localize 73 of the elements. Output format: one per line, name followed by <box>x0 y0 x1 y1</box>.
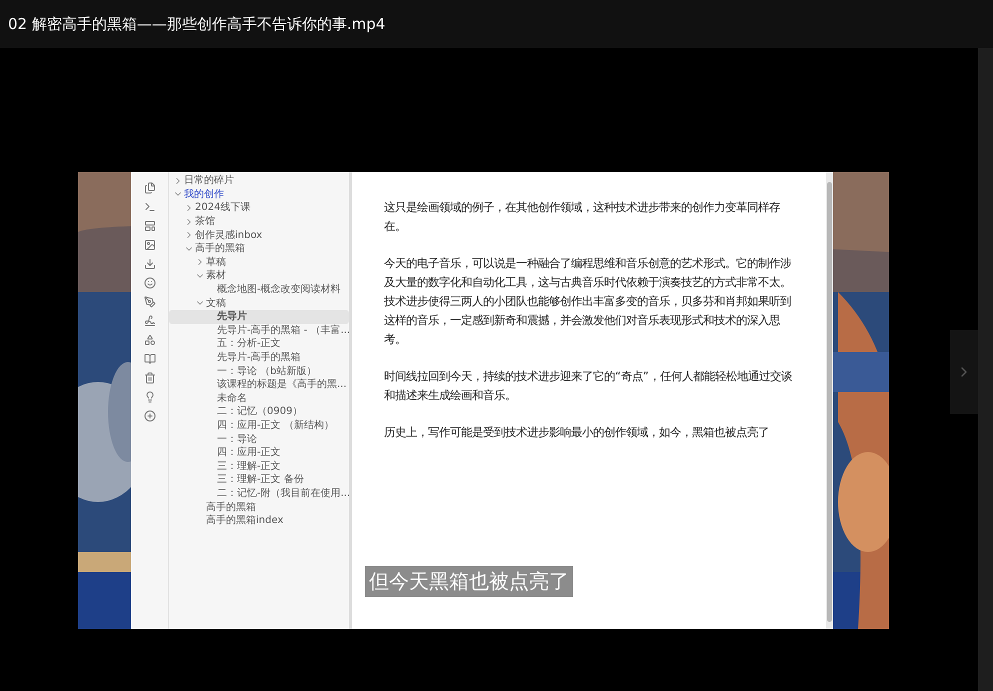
subtitle: 但今天黑箱也被点亮了 <box>365 566 573 597</box>
tree-item[interactable]: 该课程的标题是《高手的黑... <box>169 378 349 392</box>
tree-item[interactable]: 日常的碎片 <box>169 174 349 188</box>
shapes-icon[interactable] <box>144 334 156 346</box>
tree-item-label: 先导片-高手的黑箱 - （丰富... <box>217 324 349 337</box>
tree-item-label: 创作灵感inbox <box>195 228 262 242</box>
tree-item[interactable]: 创作灵感inbox <box>169 228 349 242</box>
tree-item[interactable]: 高手的黑箱 <box>169 242 349 256</box>
tree-item[interactable]: 先导片-高手的黑箱 - （丰富... <box>169 324 349 338</box>
plus-circle-icon[interactable] <box>144 410 156 422</box>
tree-item[interactable]: 四：应用-正文 （新结构） <box>169 418 349 432</box>
tree-item[interactable]: 二：记忆（0909） <box>169 405 349 419</box>
paragraph: 今天的电子音乐，可以说是一种融合了编程思维和音乐创意的艺术形式。它的制作涉及大量的数字化和自动化工具，这与古典音乐时代依赖于演奏技艺的方式非常不太。技术进步使得三两人的小团队也能够创作出丰富多变的音乐，贝多芬和肖邦如果听到这样的音乐，一定感到新奇和震撼，并会激发他们对音乐表现形式和技术的深入思考。 <box>384 255 792 348</box>
tree-item-label: 我的创作 <box>184 188 224 201</box>
tree-item[interactable]: 四：应用-正文 <box>169 446 349 460</box>
tree-item-label: 素材 <box>206 269 226 282</box>
scrollbar[interactable] <box>826 172 833 629</box>
tree-item-label: 四：应用-正文 <box>217 446 281 460</box>
tree-item-label: 该课程的标题是《高手的黑... <box>217 378 347 392</box>
lightbulb-icon[interactable] <box>144 391 156 403</box>
tree-item-label: 先导片 <box>217 310 247 324</box>
tree-item[interactable]: 草稿 <box>169 256 349 270</box>
tree-item-label: 2024线下课 <box>195 201 250 214</box>
tree-item-label: 高手的黑箱 <box>206 500 256 514</box>
window-title: 02 解密高手的黑箱——那些创作高手不告诉你的事.mp4 <box>8 14 386 34</box>
trash-icon[interactable] <box>144 372 156 384</box>
tree-item-label: 日常的碎片 <box>184 174 234 188</box>
tree-item-label: 茶馆 <box>195 215 215 228</box>
tree-item[interactable]: 素材 <box>169 269 349 283</box>
paragraph: 时间线拉回到今天，持续的技术进步迎来了它的“奇点”，任何人都能轻松地通过交谈和描述来生成绘画和音乐。 <box>384 368 793 404</box>
tree-item-label: 二：记忆（0909） <box>217 405 302 418</box>
tree-item[interactable]: 未命名 <box>169 392 349 406</box>
image-icon[interactable] <box>144 239 156 251</box>
book-icon[interactable] <box>144 353 156 365</box>
layout-icon[interactable] <box>144 220 156 232</box>
tree-item-label: 高手的黑箱index <box>206 514 284 528</box>
tree-item[interactable]: 一：导论 （b站新版） <box>169 364 349 378</box>
tree-item-label: 五：分析-正文 <box>217 337 281 350</box>
tree-item-label: 文稿 <box>206 296 226 310</box>
signature-icon[interactable] <box>144 315 156 327</box>
tree-item-label: 高手的黑箱 <box>195 242 245 256</box>
paragraph: 这只是绘画领域的例子，在其他创作领域，这种技术进步带来的创作力变革同样存在。 <box>384 199 781 235</box>
tree-item[interactable]: 先导片 <box>169 310 349 324</box>
tree-item[interactable]: 我的创作 <box>169 188 349 202</box>
tree-item-label: 一：导论 （b站新版） <box>217 364 317 378</box>
paragraph: 历史上，写作可能是受到技术进步影响最小的创作领域，如今，黑箱也被点亮了 <box>384 424 770 441</box>
tree-item[interactable]: 一：导论 <box>169 432 349 446</box>
tree-item-label: 三：理解-正文 <box>217 460 281 473</box>
tree-item[interactable]: 概念地图-概念改变阅读材料 <box>169 282 349 296</box>
tree-item[interactable]: 文稿 <box>169 296 349 310</box>
download-icon[interactable] <box>144 258 156 270</box>
tree-item[interactable]: 三：理解-正文 <box>169 459 349 474</box>
tree-item[interactable]: 二：记忆-附（我目前在使用... <box>169 486 349 500</box>
tree-item[interactable]: 三：理解-正文 备份 <box>169 473 349 487</box>
tree-item[interactable]: 先导片-高手的黑箱 <box>169 350 349 364</box>
pen-icon[interactable] <box>144 296 156 308</box>
tree-item[interactable]: 高手的黑箱index <box>169 514 349 528</box>
tree-item-label: 未命名 <box>217 392 247 405</box>
tree-item[interactable]: 2024线下课 <box>169 201 349 215</box>
tree-item-label: 一：导论 <box>217 432 257 446</box>
scrollbar-track[interactable] <box>978 48 993 691</box>
tree-item-label: 概念地图-概念改变阅读材料 <box>217 283 341 296</box>
terminal-icon[interactable] <box>144 201 156 213</box>
tree-item[interactable]: 五：分析-正文 <box>169 337 349 351</box>
tree-item-label: 二：记忆-附（我目前在使用... <box>217 486 349 500</box>
tree-item[interactable]: 高手的黑箱 <box>169 500 349 514</box>
tree-item[interactable]: 茶馆 <box>169 214 349 228</box>
tree-item-label: 草稿 <box>206 256 226 269</box>
files-icon[interactable] <box>144 182 156 194</box>
tree-item-label: 四：应用-正文 （新结构） <box>217 418 334 432</box>
tree-item-label: 三：理解-正文 备份 <box>217 473 304 486</box>
smiley-icon[interactable] <box>144 277 156 289</box>
tree-item-label: 先导片-高手的黑箱 <box>217 351 301 364</box>
